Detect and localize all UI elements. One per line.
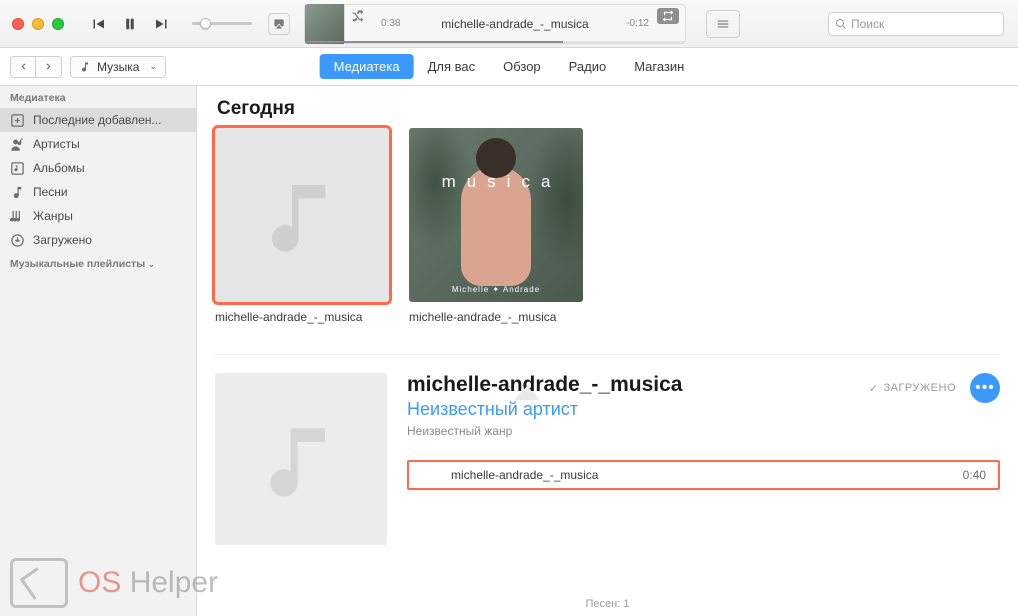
sidebar-item-label: Альбомы <box>33 161 85 175</box>
main-tabs: Медиатека Для вас Обзор Радио Магазин <box>320 54 699 79</box>
selection-callout-arrow <box>515 386 539 400</box>
now-playing-display[interactable]: michelle-andrade_-_musica 0:38 -0:12 <box>304 4 686 44</box>
volume-control[interactable] <box>192 22 252 25</box>
detail-genre: Неизвестный жанр <box>407 424 869 438</box>
album-detail: michelle-andrade_-_musica Неизвестный ар… <box>215 354 1000 545</box>
track-name: michelle-andrade_-_musica <box>445 468 963 482</box>
download-icon <box>10 233 25 248</box>
track-list: michelle-andrade_-_musica 0:40 <box>407 460 1000 490</box>
main-content: Сегодня michelle-andrade_-_musica musica… <box>197 86 1018 616</box>
tab-for-you[interactable]: Для вас <box>414 54 490 79</box>
sidebar-header-playlists[interactable]: Музыкальные плейлисты ⌄ <box>0 252 196 274</box>
next-track-button[interactable] <box>152 14 172 34</box>
navigation-bar: Музыка ⌄ Медиатека Для вас Обзор Радио М… <box>0 48 1018 86</box>
sidebar-item-label: Последние добавлен... <box>33 113 161 127</box>
sidebar-item-label: Артисты <box>33 137 80 151</box>
track-duration: 0:40 <box>963 468 986 482</box>
genre-icon <box>10 209 25 224</box>
window-controls <box>12 18 64 30</box>
detail-artwork[interactable] <box>215 373 387 545</box>
back-button[interactable] <box>10 56 36 78</box>
repeat-button[interactable] <box>657 8 679 24</box>
playback-controls <box>88 14 172 34</box>
more-actions-button[interactable]: ••• <box>970 373 1000 403</box>
track-row[interactable]: michelle-andrade_-_musica 0:40 <box>407 460 1000 490</box>
album-card[interactable]: michelle-andrade_-_musica <box>215 128 389 324</box>
progress-bar[interactable] <box>305 41 685 43</box>
cover-title: musica <box>409 172 583 192</box>
maximize-window-button[interactable] <box>52 18 64 30</box>
forward-button[interactable] <box>36 56 62 78</box>
sidebar-item-genres[interactable]: Жанры <box>0 204 196 228</box>
minimize-window-button[interactable] <box>32 18 44 30</box>
album-icon <box>10 161 25 176</box>
now-playing-artwork <box>305 4 345 44</box>
sidebar: Медиатека Последние добавлен... Артисты … <box>0 86 197 616</box>
airplay-button[interactable] <box>268 13 290 35</box>
artist-icon <box>10 137 25 152</box>
music-note-icon <box>262 175 342 255</box>
search-icon <box>835 18 847 30</box>
song-icon <box>10 185 25 200</box>
search-field[interactable]: Поиск <box>828 12 1004 36</box>
tab-radio[interactable]: Радио <box>555 54 621 79</box>
recently-added-icon <box>10 113 25 128</box>
tab-library[interactable]: Медиатека <box>320 54 414 79</box>
tab-store[interactable]: Магазин <box>620 54 698 79</box>
previous-track-button[interactable] <box>88 14 108 34</box>
footer-song-count: Песен: 1 <box>586 598 630 610</box>
titlebar: michelle-andrade_-_musica 0:38 -0:12 Пои… <box>0 0 1018 48</box>
sidebar-item-label: Жанры <box>33 209 73 223</box>
album-artwork[interactable]: musica Michelle ✦ Andrade <box>409 128 583 302</box>
close-window-button[interactable] <box>12 18 24 30</box>
sidebar-item-label: Загружено <box>33 233 92 247</box>
sidebar-item-downloaded[interactable]: Загружено <box>0 228 196 252</box>
album-grid: michelle-andrade_-_musica musica Michell… <box>215 128 1000 324</box>
sidebar-item-albums[interactable]: Альбомы <box>0 156 196 180</box>
sidebar-header-library: Медиатека <box>0 86 196 108</box>
music-icon <box>79 61 91 73</box>
album-artwork-placeholder[interactable] <box>215 128 389 302</box>
section-title: Сегодня <box>217 98 1000 120</box>
elapsed-time: 0:38 <box>381 18 400 29</box>
album-card[interactable]: musica Michelle ✦ Andrade michelle-andra… <box>409 128 583 324</box>
sidebar-item-artists[interactable]: Артисты <box>0 132 196 156</box>
album-name: michelle-andrade_-_musica <box>215 310 389 324</box>
tab-browse[interactable]: Обзор <box>489 54 555 79</box>
sidebar-item-label: Песни <box>33 185 68 199</box>
content-body: Медиатека Последние добавлен... Артисты … <box>0 86 1018 616</box>
music-note-icon <box>260 418 342 500</box>
sidebar-item-recently-added[interactable]: Последние добавлен... <box>0 108 196 132</box>
download-status: ЗАГРУЖЕНО <box>869 382 956 395</box>
chevron-down-icon: ⌄ <box>149 61 157 72</box>
source-picker[interactable]: Музыка ⌄ <box>70 56 166 78</box>
detail-artist-link[interactable]: Неизвестный артист <box>407 399 869 420</box>
volume-slider[interactable] <box>192 22 252 25</box>
search-placeholder: Поиск <box>851 17 884 31</box>
album-name: michelle-andrade_-_musica <box>409 310 583 324</box>
pause-button[interactable] <box>120 14 140 34</box>
source-label: Музыка <box>97 60 139 74</box>
detail-album-title: michelle-andrade_-_musica <box>407 373 869 397</box>
remaining-time: -0:12 <box>626 18 649 29</box>
chevron-down-icon: ⌄ <box>148 260 155 269</box>
sidebar-item-songs[interactable]: Песни <box>0 180 196 204</box>
cover-brand: Michelle ✦ Andrade <box>409 285 583 294</box>
up-next-button[interactable] <box>706 10 740 38</box>
